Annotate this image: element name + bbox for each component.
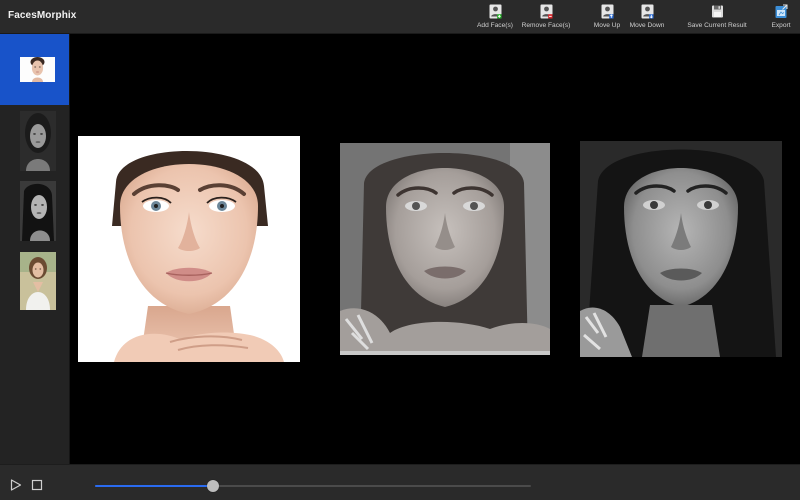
move-up-icon — [601, 4, 613, 19]
move-down-button[interactable]: Move Down — [628, 4, 666, 32]
stop-icon[interactable] — [31, 479, 43, 491]
add-faces-label: Add Face(s) — [477, 22, 513, 29]
face-thumbnail-3[interactable] — [0, 178, 69, 244]
move-down-label: Move Down — [629, 22, 665, 29]
face-thumbnail-2[interactable] — [0, 109, 69, 175]
playback-bar — [0, 464, 800, 500]
face-thumbnail-1[interactable] — [0, 34, 69, 105]
remove-faces-button[interactable]: Remove Face(s) — [520, 4, 572, 32]
play-icon[interactable] — [10, 479, 22, 491]
remove-person-icon — [540, 4, 552, 19]
add-person-icon — [489, 4, 501, 19]
morph-progress-slider[interactable] — [95, 480, 531, 492]
face-thumbnail-image — [20, 111, 56, 171]
save-current-result-button[interactable]: Save Current Result — [685, 4, 749, 32]
export-label: Export — [771, 22, 791, 29]
save-current-result-label: Save Current Result — [687, 22, 747, 29]
export-icon — [775, 4, 787, 18]
app-title: FacesMorphix — [8, 10, 77, 21]
move-up-button[interactable]: Move Up — [592, 4, 622, 32]
face-list-sidebar — [0, 34, 70, 464]
face-thumbnail-image — [20, 181, 56, 241]
source-face-image[interactable] — [78, 136, 300, 362]
morph-workspace — [70, 34, 800, 464]
add-faces-button[interactable]: Add Face(s) — [476, 4, 514, 32]
toolbar: FacesMorphix Add Face(s) Remove Face(s) — [0, 0, 800, 34]
move-down-icon — [641, 4, 653, 19]
remove-faces-label: Remove Face(s) — [521, 22, 571, 29]
move-up-label: Move Up — [593, 22, 621, 29]
target-face-image[interactable] — [580, 141, 782, 357]
face-thumbnail-image — [20, 252, 56, 310]
faces-morphix-window: FacesMorphix Add Face(s) Remove Face(s) — [0, 0, 800, 500]
face-thumbnail-image — [20, 57, 55, 82]
morph-result-image[interactable] — [340, 143, 550, 355]
floppy-disk-icon — [711, 5, 723, 18]
face-thumbnail-4[interactable] — [0, 247, 69, 313]
export-button[interactable]: Export — [768, 4, 794, 32]
slider-knob[interactable] — [206, 480, 219, 492]
slider-fill — [95, 485, 213, 487]
